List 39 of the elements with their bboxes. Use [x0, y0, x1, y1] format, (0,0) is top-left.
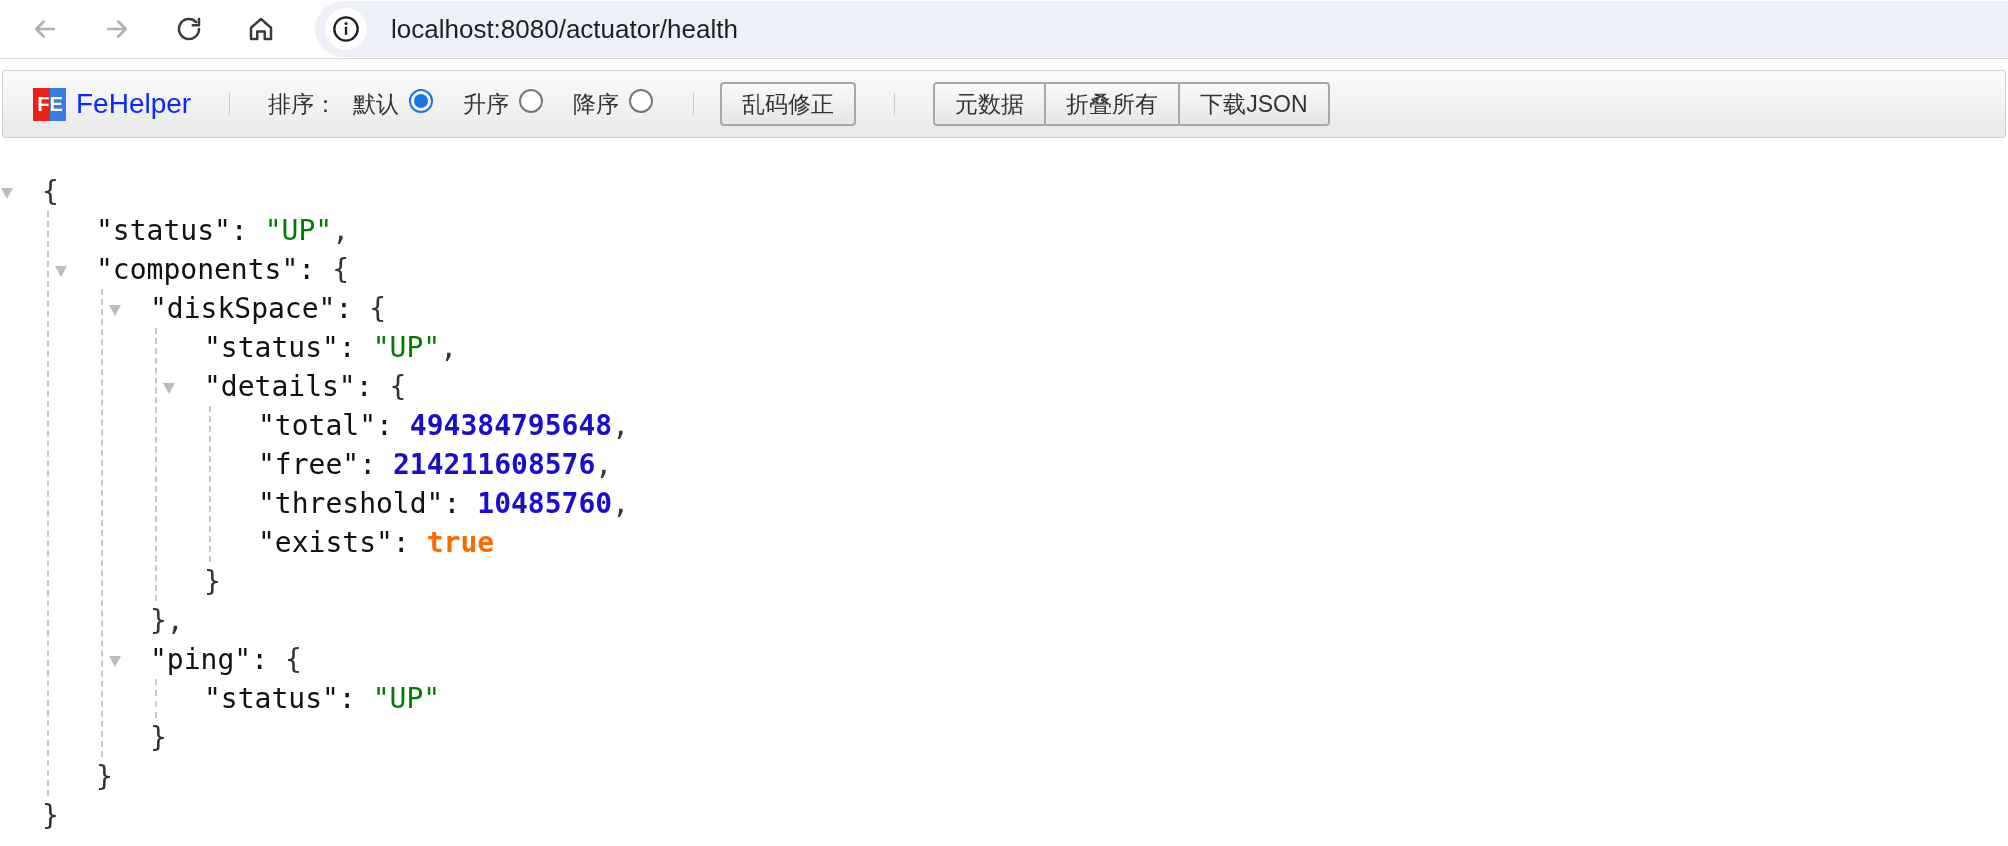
json-value: "UP"	[372, 680, 441, 717]
json-brace: },	[150, 602, 184, 639]
json-brace: {	[389, 368, 407, 405]
json-brace: {	[369, 290, 387, 327]
url-text: localhost:8080/actuator/health	[391, 12, 738, 46]
collapse-toggle-icon[interactable]	[54, 264, 68, 278]
brand-name: FeHelper	[76, 87, 192, 121]
info-icon[interactable]	[332, 15, 360, 43]
fix-encoding-button[interactable]: 乱码修正	[720, 82, 857, 126]
json-brace: }	[96, 758, 113, 795]
collapse-toggle-icon[interactable]	[108, 654, 122, 668]
collapse-toggle-icon[interactable]	[0, 186, 14, 200]
json-brace: {	[42, 173, 59, 210]
json-brace: }	[204, 563, 221, 600]
json-punctuation: ,	[440, 329, 457, 366]
toolbar-button[interactable]: 折叠所有	[1046, 82, 1181, 126]
json-value: 214211608576	[393, 446, 596, 483]
json-value: true	[426, 524, 495, 561]
toolbar-button[interactable]: 元数据	[933, 82, 1047, 126]
json-brace: }	[150, 719, 167, 756]
json-value: 494384795648	[409, 407, 613, 444]
json-punctuation: ,	[595, 446, 613, 483]
json-value: "UP"	[372, 329, 441, 366]
collapse-toggle-icon[interactable]	[108, 303, 122, 317]
sort-label: 排序：	[268, 89, 338, 119]
json-brace: }	[42, 797, 59, 834]
json-value: 10485760	[477, 485, 613, 522]
json-value: "UP"	[264, 212, 333, 249]
sort-radio[interactable]: 默认	[353, 86, 434, 122]
json-brace: {	[332, 251, 349, 288]
sort-radio[interactable]: 降序	[573, 86, 654, 122]
json-brace: {	[285, 641, 302, 678]
toolbar-button[interactable]: 下载JSON	[1180, 82, 1330, 126]
sort-radio[interactable]: 升序	[463, 86, 544, 122]
json-punctuation: ,	[332, 212, 349, 249]
json-punctuation: ,	[612, 407, 629, 444]
json-punctuation: ,	[612, 485, 629, 522]
collapse-toggle-icon[interactable]	[162, 381, 176, 395]
address-bar[interactable]: localhost:8080/actuator/health	[315, 1, 2008, 57]
